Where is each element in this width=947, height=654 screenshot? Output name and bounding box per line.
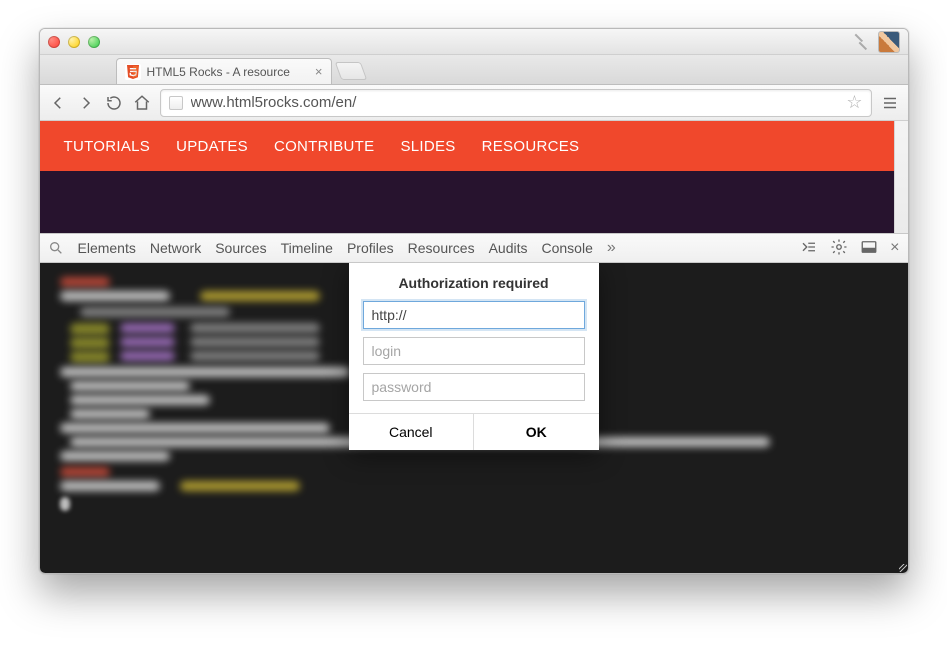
dt-tab-network[interactable]: Network (150, 240, 201, 256)
fullscreen-icon[interactable] (854, 35, 868, 49)
overflow-icon[interactable]: » (607, 239, 616, 257)
auth-dialog: Authorization required Cancel OK (349, 263, 599, 450)
dt-tab-audits[interactable]: Audits (489, 240, 528, 256)
site-info-icon[interactable] (169, 96, 183, 110)
search-icon[interactable] (48, 240, 64, 256)
home-button[interactable] (132, 93, 152, 113)
resize-grip[interactable] (896, 561, 909, 574)
dt-tab-resources[interactable]: Resources (408, 240, 475, 256)
nav-updates[interactable]: UPDATES (176, 138, 248, 155)
page-content: TUTORIALS UPDATES CONTRIBUTE SLIDES RESO… (40, 121, 908, 233)
new-tab-button[interactable] (334, 62, 367, 80)
ok-button[interactable]: OK (473, 414, 599, 450)
profile-avatar[interactable] (878, 31, 900, 53)
browser-window: HTML5 Rocks - A resource × ☆ (39, 28, 909, 574)
forward-button[interactable] (76, 93, 96, 113)
tab-close-icon[interactable]: × (315, 64, 323, 79)
login-input[interactable] (363, 337, 585, 365)
titlebar (40, 29, 908, 55)
close-window-button[interactable] (48, 36, 60, 48)
bookmark-star-icon[interactable]: ☆ (846, 92, 862, 113)
minimize-window-button[interactable] (68, 36, 80, 48)
drawer-toggle-icon[interactable] (800, 238, 818, 259)
nav-contribute[interactable]: CONTRIBUTE (274, 138, 375, 155)
toolbar: ☆ (40, 85, 908, 121)
cancel-button[interactable]: Cancel (349, 414, 474, 450)
page-scrollbar[interactable] (894, 121, 908, 233)
url-input[interactable] (191, 94, 839, 111)
reload-button[interactable] (104, 93, 124, 113)
menu-button[interactable] (880, 93, 900, 113)
nav-tutorials[interactable]: TUTORIALS (64, 138, 151, 155)
dt-tab-elements[interactable]: Elements (78, 240, 136, 256)
dt-tab-console[interactable]: Console (542, 240, 593, 256)
tab-strip: HTML5 Rocks - A resource × (40, 55, 908, 85)
dt-tab-profiles[interactable]: Profiles (347, 240, 394, 256)
dt-tab-sources[interactable]: Sources (215, 240, 266, 256)
site-nav: TUTORIALS UPDATES CONTRIBUTE SLIDES RESO… (40, 121, 908, 171)
nav-resources[interactable]: RESOURCES (482, 138, 580, 155)
settings-icon[interactable] (830, 238, 848, 259)
hero-banner (40, 171, 908, 233)
back-button[interactable] (48, 93, 68, 113)
zoom-window-button[interactable] (88, 36, 100, 48)
server-url-input[interactable] (363, 301, 585, 329)
dt-tab-timeline[interactable]: Timeline (281, 240, 333, 256)
window-controls (48, 36, 100, 48)
devtools-toolbar: Elements Network Sources Timeline Profil… (40, 233, 908, 263)
omnibox[interactable]: ☆ (160, 89, 872, 117)
password-input[interactable] (363, 373, 585, 401)
html5-favicon (125, 64, 141, 80)
dock-icon[interactable] (860, 238, 878, 259)
tab-title: HTML5 Rocks - A resource (147, 65, 309, 79)
browser-tab[interactable]: HTML5 Rocks - A resource × (116, 58, 332, 84)
devtools-close-icon[interactable]: × (890, 239, 899, 257)
nav-slides[interactable]: SLIDES (400, 138, 455, 155)
devtools-panel[interactable]: Authorization required Cancel OK (40, 263, 908, 573)
dialog-title: Authorization required (349, 263, 599, 301)
